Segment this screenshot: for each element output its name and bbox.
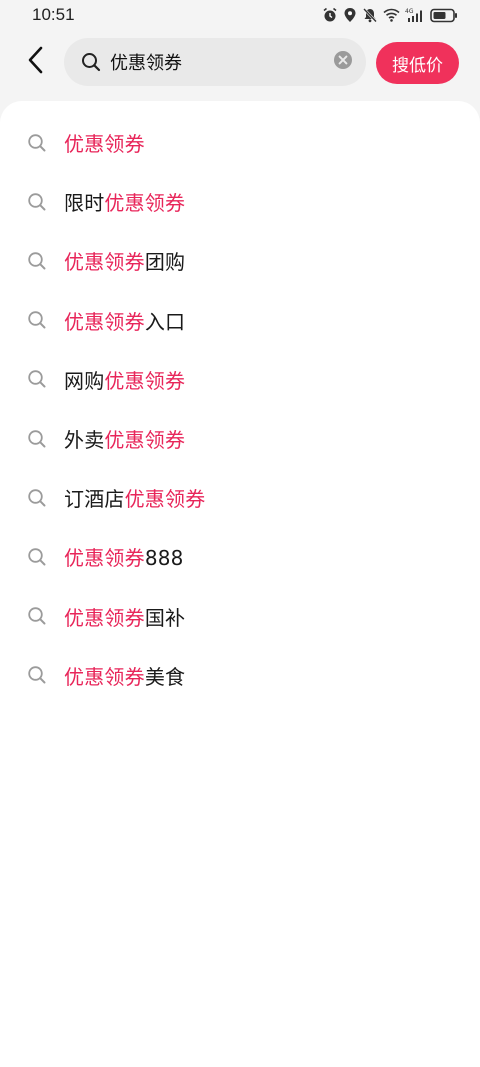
search-history-icon: [26, 368, 48, 390]
suggestion-match: 优惠领券: [64, 309, 145, 334]
suggestion-prefix: 限时: [64, 191, 105, 216]
suggestion-text: 优惠领券美食: [64, 661, 185, 690]
chevron-left-icon: [26, 46, 46, 78]
suggestion-match: 优惠领券: [64, 546, 145, 571]
suggestion-list: 优惠领券 限时优惠领券 优惠领券团购 优惠领券入口 网购优惠领券 外卖优惠领券 订酒店优惠领…: [0, 113, 480, 705]
suggestion-text: 优惠领券国补: [64, 602, 185, 631]
suggestion-match: 优惠领券: [64, 605, 145, 630]
search-history-icon: [26, 191, 48, 213]
suggestion-text: 优惠领券入口: [64, 306, 185, 335]
suggestion-prefix: 订酒店: [64, 487, 125, 512]
status-time: 10:51: [32, 5, 75, 24]
suggestion-text: 限时优惠领券: [64, 187, 185, 216]
suggestions-panel: 优惠领券 限时优惠领券 优惠领券团购 优惠领券入口 网购优惠领券 外卖优惠领券 订酒店优惠领…: [0, 101, 480, 1067]
status-bar: 10:51 4G: [0, 0, 480, 30]
suggestion-item[interactable]: 外卖优惠领券: [0, 409, 480, 468]
signal-icon: 4G: [405, 7, 425, 23]
suggestion-match: 优惠领券: [124, 487, 206, 512]
mute-bell-icon: [362, 7, 378, 23]
suggestion-item[interactable]: 优惠领券团购: [0, 231, 480, 290]
suggestion-suffix: 团购: [144, 250, 186, 275]
search-history-icon: [26, 428, 48, 450]
battery-icon: [430, 8, 458, 23]
suggestion-item[interactable]: 优惠领券国补: [0, 587, 480, 646]
suggestion-match: 优惠领券: [104, 191, 186, 216]
suggestion-text: 优惠领券: [64, 128, 145, 157]
search-history-icon: [26, 250, 48, 272]
suggestion-suffix: 国补: [144, 605, 186, 630]
suggestion-match: 优惠领券: [64, 664, 145, 689]
suggestion-suffix: 入口: [144, 309, 186, 334]
search-history-icon: [26, 664, 48, 686]
suggestion-suffix: 888: [144, 546, 184, 571]
search-input[interactable]: [110, 51, 332, 73]
suggestion-item[interactable]: 优惠领券: [0, 113, 480, 172]
search-low-price-button[interactable]: 搜低价: [376, 42, 459, 84]
search-history-icon: [26, 132, 48, 154]
suggestion-text: 优惠领券团购: [64, 246, 185, 275]
suggestion-suffix: 美食: [144, 664, 186, 689]
back-button[interactable]: [18, 44, 54, 80]
suggestion-prefix: 网购: [64, 368, 105, 393]
suggestion-match: 优惠领券: [64, 250, 145, 275]
search-box[interactable]: [64, 38, 366, 86]
location-icon: [343, 7, 357, 23]
suggestion-item[interactable]: 优惠领券888: [0, 527, 480, 586]
search-icon: [80, 51, 102, 73]
alarm-icon: [322, 7, 338, 23]
suggestion-match: 优惠领券: [104, 428, 186, 453]
suggestion-item[interactable]: 优惠领券美食: [0, 646, 480, 705]
suggestion-item[interactable]: 优惠领券入口: [0, 291, 480, 350]
suggestion-prefix: 外卖: [64, 428, 105, 453]
suggestion-text: 订酒店优惠领券: [64, 483, 205, 512]
clear-icon: [333, 50, 353, 74]
suggestion-match: 优惠领券: [104, 368, 186, 393]
screen: 10:51 4G 优惠领券 搜低价 优惠领券 限时优惠领券 优惠领券团购 优惠领…: [0, 0, 480, 1067]
suggestion-text: 优惠领券888: [64, 542, 184, 571]
network-type-label: 4G: [405, 8, 414, 15]
wifi-icon: [383, 8, 400, 22]
suggestion-item[interactable]: 订酒店优惠领券: [0, 468, 480, 527]
suggestion-match: 优惠领券: [64, 132, 145, 157]
search-history-icon: [26, 546, 48, 568]
suggestion-item[interactable]: 限时优惠领券: [0, 172, 480, 231]
search-history-icon: [26, 487, 48, 509]
search-history-icon: [26, 309, 48, 331]
suggestion-text: 外卖优惠领券: [64, 424, 185, 453]
search-header: 搜低价: [0, 30, 480, 100]
suggestion-item[interactable]: 网购优惠领券: [0, 350, 480, 409]
status-icons: 4G: [322, 7, 458, 23]
clear-search-button[interactable]: [332, 51, 354, 73]
suggestion-text: 网购优惠领券: [64, 365, 185, 394]
search-history-icon: [26, 605, 48, 627]
